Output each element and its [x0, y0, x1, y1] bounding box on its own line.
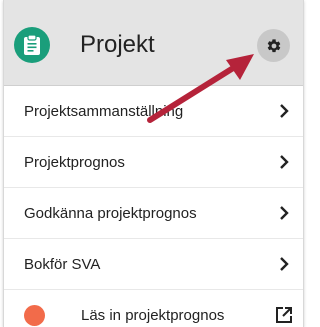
menu-item-label: Projektprognos	[24, 153, 125, 171]
gear-icon	[267, 38, 280, 52]
chevron-right-icon	[280, 155, 289, 169]
project-menu: Projektsammanställning Projektprognos Go…	[4, 86, 303, 327]
menu-item-projektprognos[interactable]: Projektprognos	[4, 137, 303, 188]
menu-item-label: Bokför SVA	[24, 255, 101, 273]
page-title: Projekt	[80, 31, 155, 58]
menu-item-las-in-projektprognos[interactable]: Läs in projektprognos	[4, 290, 303, 327]
panel-header: Projekt	[4, 0, 303, 86]
menu-item-bokfor-sva[interactable]: Bokför SVA	[4, 239, 303, 290]
menu-item-label: Läs in projektprognos	[81, 306, 225, 324]
status-dot	[24, 304, 45, 326]
chevron-right-icon	[280, 257, 289, 271]
clipboard-icon	[14, 27, 50, 63]
chevron-right-icon	[280, 206, 289, 220]
menu-item-projektsammanstallning[interactable]: Projektsammanställning	[4, 86, 303, 137]
menu-item-godkanna-projektprognos[interactable]: Godkänna projektprognos	[4, 188, 303, 239]
menu-item-label: Godkänna projektprognos	[24, 204, 197, 222]
project-menu-panel: Projekt Projektsammanställning Projektpr…	[3, 0, 304, 327]
external-link-icon	[276, 307, 292, 323]
settings-button[interactable]	[257, 29, 290, 62]
menu-item-label: Projektsammanställning	[24, 102, 184, 120]
chevron-right-icon	[280, 104, 289, 118]
